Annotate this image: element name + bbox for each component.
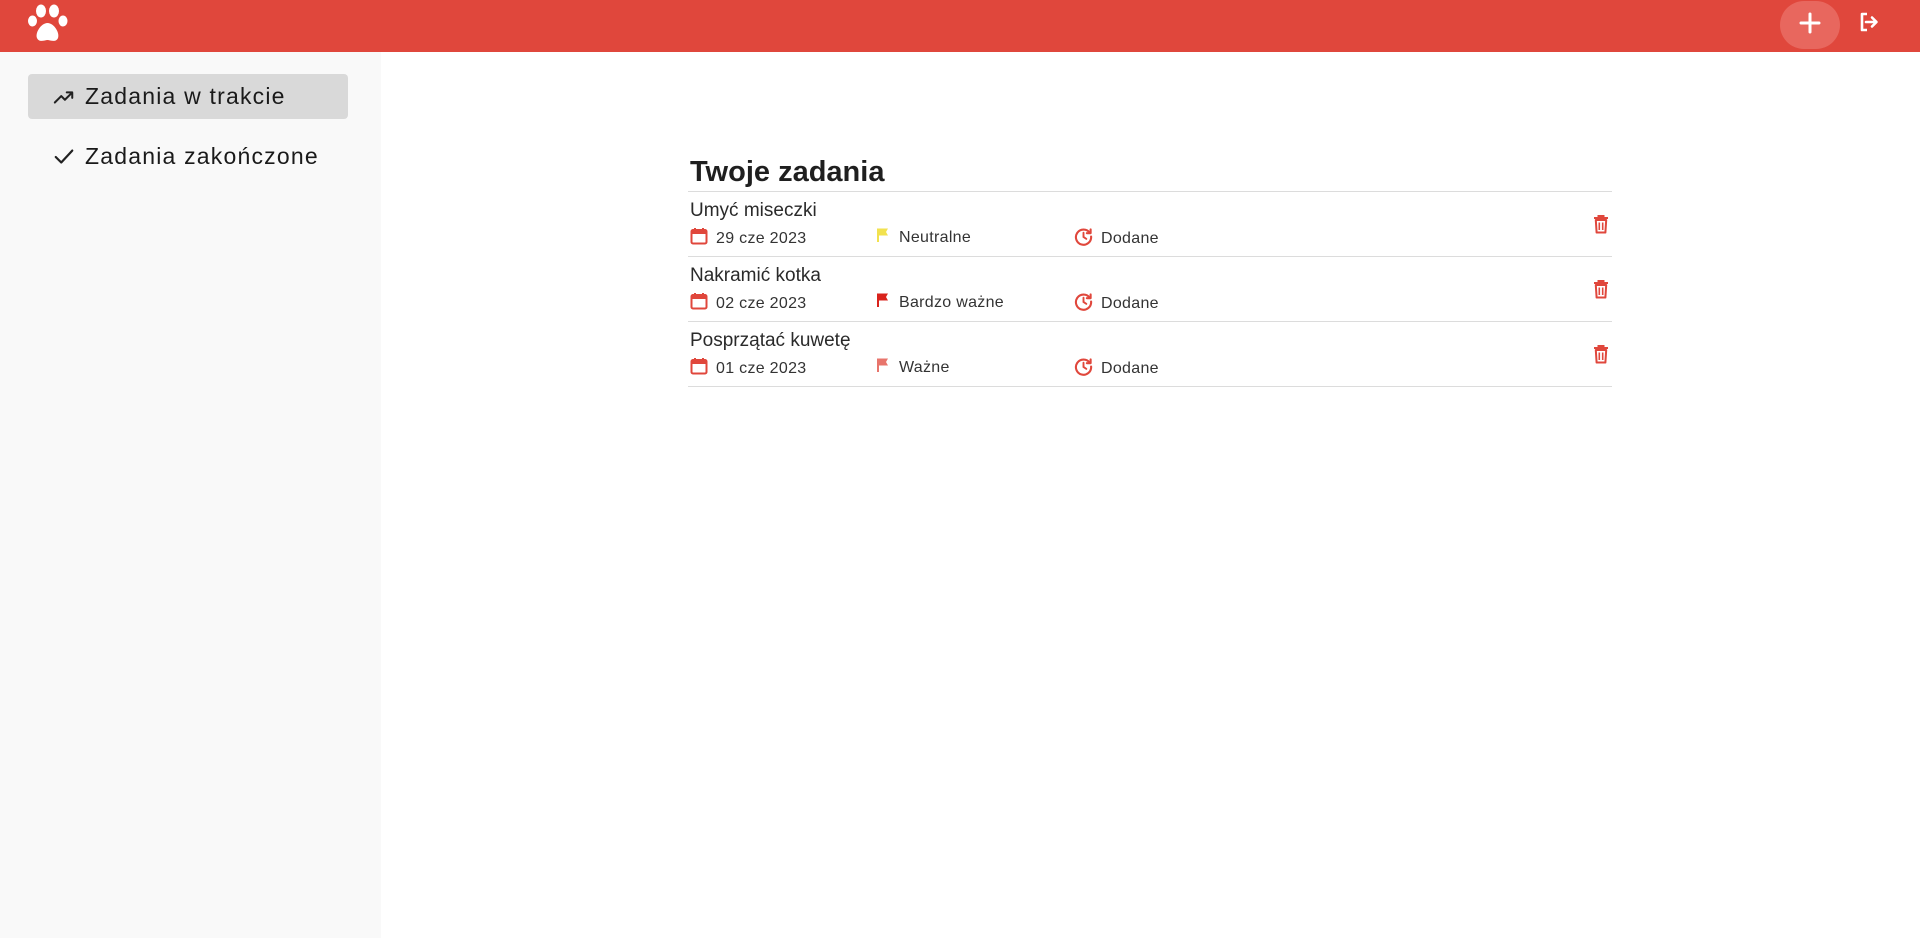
logout-button[interactable] [1855, 10, 1883, 38]
task-priority: Ważne [875, 357, 950, 378]
task-status-text: Dodane [1101, 360, 1159, 377]
sidebar-item-label: Zadania w trakcie [85, 83, 286, 109]
task-row[interactable]: Umyć miseczki 29 cze 2023 Neutralne Doda… [688, 192, 1612, 257]
task-priority-text: Ważne [899, 358, 950, 376]
history-icon [1074, 227, 1101, 251]
sidebar-item-completed[interactable]: Zadania zakończone [28, 134, 348, 179]
top-app-bar [0, 0, 1920, 52]
task-row[interactable]: Posprzątać kuwetę 01 cze 2023 Ważne Doda… [688, 322, 1612, 387]
history-icon [1074, 292, 1101, 316]
calendar-icon [690, 357, 716, 380]
add-task-button[interactable] [1780, 1, 1840, 49]
task-status-text: Dodane [1101, 295, 1159, 312]
task-status-text: Dodane [1101, 230, 1159, 247]
task-date-text: 02 cze 2023 [716, 294, 807, 312]
task-date: 02 cze 2023 [690, 292, 806, 315]
task-status: Dodane [1074, 227, 1159, 251]
sidebar: Zadania w trakcie Zadania zakończone [0, 52, 381, 938]
task-date: 29 cze 2023 [690, 227, 806, 250]
task-priority-text: Bardzo ważne [899, 293, 1004, 311]
main-content: Twoje zadania Umyć miseczki 29 cze 2023 … [381, 52, 1920, 938]
task-status: Dodane [1074, 292, 1159, 316]
sidebar-item-in-progress[interactable]: Zadania w trakcie [28, 74, 348, 119]
trash-icon [1593, 214, 1609, 239]
flag-icon [875, 227, 899, 248]
task-date-text: 29 cze 2023 [716, 229, 807, 247]
plus-icon [1799, 12, 1821, 39]
task-title: Umyć miseczki [690, 200, 817, 221]
trash-icon [1593, 344, 1609, 369]
history-icon [1074, 357, 1101, 381]
trash-icon [1593, 279, 1609, 304]
task-date-text: 01 cze 2023 [716, 359, 807, 377]
task-priority: Neutralne [875, 227, 971, 248]
task-status: Dodane [1074, 357, 1159, 381]
delete-task-button[interactable] [1590, 214, 1612, 239]
paw-icon[interactable] [26, 3, 72, 45]
logout-icon [1858, 11, 1880, 38]
calendar-icon [690, 227, 716, 250]
calendar-icon [690, 292, 716, 315]
task-row[interactable]: Nakramić kotka 02 cze 2023 Bardzo ważne … [688, 257, 1612, 322]
checkmark-icon [53, 145, 77, 169]
page-title: Twoje zadania [690, 156, 885, 188]
task-date: 01 cze 2023 [690, 357, 806, 380]
task-list: Umyć miseczki 29 cze 2023 Neutralne Doda… [688, 191, 1612, 387]
trending-up-icon [53, 85, 77, 109]
delete-task-button[interactable] [1590, 279, 1612, 304]
delete-task-button[interactable] [1590, 344, 1612, 369]
sidebar-item-label: Zadania zakończone [85, 143, 319, 169]
task-priority-text: Neutralne [899, 228, 972, 246]
task-title: Posprzątać kuwetę [690, 330, 851, 351]
flag-icon [875, 357, 899, 378]
task-title: Nakramić kotka [690, 265, 821, 286]
task-priority: Bardzo ważne [875, 292, 1004, 313]
flag-icon [875, 292, 899, 313]
